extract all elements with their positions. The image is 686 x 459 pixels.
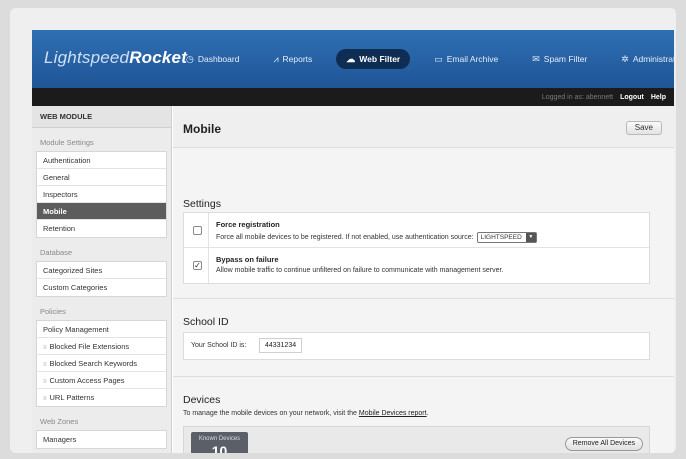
section-divider — [173, 298, 674, 299]
sidebar-section-web-zones: Web Zones — [40, 417, 79, 426]
sidebar-item-url-patterns[interactable]: ≡ URL Patterns — [37, 389, 166, 406]
bypass-on-failure-row: ✓ Bypass on failure Allow mobile traffic… — [184, 248, 649, 283]
bypass-on-failure-checkbox[interactable]: ✓ — [193, 261, 202, 270]
nav-dashboard-label: Dashboard — [197, 54, 240, 64]
sidebar-section-database: Database — [40, 248, 73, 257]
sidebar-item-custom-categories[interactable]: Custom Categories — [37, 279, 166, 296]
list-bullet-icon: ≡ — [43, 345, 47, 351]
known-devices-label: Known Devices — [198, 436, 241, 442]
page-title: Mobile — [183, 122, 221, 136]
archive-icon: ▭ — [434, 53, 443, 64]
sidebar-item-inspectors[interactable]: Inspectors — [37, 186, 166, 203]
logout-link[interactable]: Logout — [620, 94, 644, 101]
sidebar-section-module-settings: Module Settings — [40, 138, 94, 147]
sidebar-group-policies: Policy Management ≡ Blocked File Extensio… — [36, 320, 167, 407]
sidebar-item-blocked-file-extensions[interactable]: ≡ Blocked File Extensions — [37, 338, 166, 355]
dashboard-icon: ◷ — [186, 53, 194, 64]
app: LightspeedRocket ◷ Dashboard ⩘ Reports ☁… — [32, 30, 674, 453]
school-id-value: 44331234 — [259, 338, 303, 353]
brand-logo[interactable]: LightspeedRocket — [44, 48, 187, 68]
sidebar-group-database: Categorized Sites Custom Categories — [36, 261, 167, 297]
section-divider — [173, 376, 674, 377]
sidebar-item-retention[interactable]: Retention — [37, 220, 166, 237]
cloud-icon: ☁ — [346, 53, 356, 64]
user-bar: Logged in as: abennett Logout Help — [32, 88, 674, 106]
sidebar-item-label: Custom Access Pages — [49, 376, 125, 385]
bypass-on-failure-label: Bypass on failure — [216, 255, 279, 264]
known-devices-count: 10 — [211, 443, 228, 453]
force-registration-checkbox[interactable] — [193, 226, 202, 235]
sidebar-title: WEB MODULE — [32, 106, 171, 128]
force-registration-label: Force registration — [216, 220, 280, 229]
sidebar-item-policy-management[interactable]: Policy Management — [37, 321, 166, 338]
brand-logo-part1: Lightspeed — [44, 48, 130, 67]
main-nav: ◷ Dashboard ⩘ Reports ☁ Web Filter ▭ Ema… — [176, 30, 674, 88]
nav-administration-label: Administration — [632, 54, 674, 64]
devices-panel: Known Devices 10 Remove All Devices — [183, 426, 650, 453]
force-registration-description: Force all mobile devices to be registere… — [216, 234, 474, 241]
settings-panel: Force registration Force all mobile devi… — [183, 212, 650, 284]
authentication-source-select[interactable]: LIGHTSPEED ▼ — [476, 232, 537, 243]
known-devices-tile: Known Devices 10 — [191, 432, 248, 453]
chevron-down-icon: ▼ — [525, 233, 536, 242]
list-bullet-icon: ≡ — [43, 396, 47, 402]
main-content: Mobile Save Settings Force registration … — [173, 106, 674, 453]
sidebar-item-label: Blocked Search Keywords — [49, 359, 138, 368]
sidebar-group-module-settings: Authentication General Inspectors Mobile… — [36, 151, 167, 238]
nav-spam-filter-label: Spam Filter — [543, 54, 588, 64]
bypass-on-failure-description: Allow mobile traffic to continue unfilte… — [216, 267, 504, 274]
nav-web-filter-label: Web Filter — [359, 54, 401, 64]
devices-description: To manage the mobile devices on your net… — [183, 410, 429, 417]
sidebar-item-mobile[interactable]: Mobile — [37, 203, 166, 220]
sidebar-item-custom-access-pages[interactable]: ≡ Custom Access Pages — [37, 372, 166, 389]
authentication-source-value: LIGHTSPEED — [480, 234, 522, 241]
help-link[interactable]: Help — [651, 94, 666, 101]
nav-reports-label: Reports — [282, 54, 313, 64]
save-button[interactable]: Save — [625, 121, 662, 135]
sidebar-item-authentication[interactable]: Authentication — [37, 152, 166, 169]
logged-in-user: Logged in as: abennett — [541, 93, 614, 101]
nav-email-archive-label: Email Archive — [446, 54, 499, 64]
sidebar-section-policies: Policies — [40, 307, 66, 316]
nav-administration[interactable]: ✲ Administration — [611, 49, 674, 69]
force-registration-row: Force registration Force all mobile devi… — [184, 213, 649, 248]
school-id-heading: School ID — [183, 316, 229, 328]
sidebar-item-general[interactable]: General — [37, 169, 166, 186]
sidebar-item-managers[interactable]: Managers — [37, 431, 166, 448]
sidebar-item-label: URL Patterns — [49, 393, 95, 402]
list-bullet-icon: ≡ — [43, 379, 47, 385]
nav-email-archive[interactable]: ▭ Email Archive — [424, 49, 508, 69]
page-header: Mobile Save — [173, 106, 674, 148]
gear-icon: ✲ — [621, 53, 629, 64]
settings-heading: Settings — [183, 198, 221, 210]
remove-all-devices-button[interactable]: Remove All Devices — [564, 437, 643, 451]
sidebar-group-web-zones: Managers — [36, 430, 167, 449]
sidebar: WEB MODULE Module Settings Authenticatio… — [32, 106, 172, 453]
mobile-devices-report-link[interactable]: Mobile Devices report — [359, 410, 427, 417]
nav-web-filter[interactable]: ☁ Web Filter — [336, 49, 411, 69]
list-bullet-icon: ≡ — [43, 362, 47, 368]
envelope-icon: ✉ — [532, 53, 540, 64]
reports-icon: ⩘ — [273, 53, 279, 64]
school-id-label: Your School ID is: — [191, 342, 247, 349]
sidebar-item-label: Blocked File Extensions — [49, 342, 130, 351]
school-id-panel: Your School ID is: 44331234 — [183, 332, 650, 360]
sidebar-item-categorized-sites[interactable]: Categorized Sites — [37, 262, 166, 279]
nav-spam-filter[interactable]: ✉ Spam Filter — [522, 49, 597, 69]
devices-heading: Devices — [183, 394, 221, 406]
window-frame: LightspeedRocket ◷ Dashboard ⩘ Reports ☁… — [10, 8, 676, 453]
nav-dashboard[interactable]: ◷ Dashboard — [176, 49, 249, 69]
nav-reports[interactable]: ⩘ Reports — [263, 49, 322, 69]
top-navigation-bar: LightspeedRocket ◷ Dashboard ⩘ Reports ☁… — [32, 30, 674, 88]
sidebar-item-blocked-search-keywords[interactable]: ≡ Blocked Search Keywords — [37, 355, 166, 372]
